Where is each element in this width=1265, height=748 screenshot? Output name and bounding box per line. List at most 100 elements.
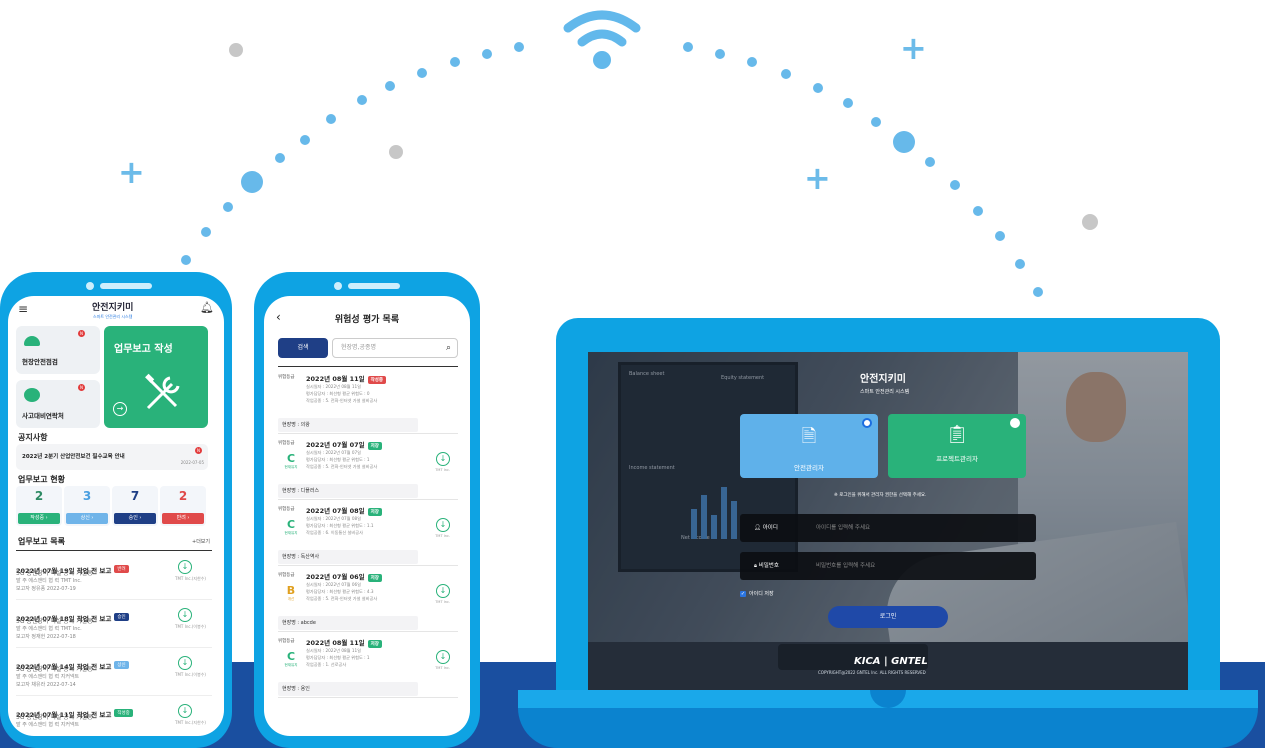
status-badge: 저장	[367, 640, 382, 648]
decoration-dot	[1015, 259, 1025, 269]
report-line: 발 주 에스앤티 협 력 TMT Inc.	[16, 626, 82, 632]
risk-label: 위험등급	[278, 507, 295, 512]
id-label: 👤︎ 아이디	[754, 525, 778, 531]
wifi-icon	[563, 10, 641, 69]
report-line: 5G 통신장비 이설 공사 가산동	[16, 666, 93, 673]
hero-illustration: + + + ≡ 안전지키미 스마트 안전관리 시스템 🔔︎ N 현장안전점검 N…	[0, 0, 1265, 748]
risk-date: 2022년 08월 11일	[306, 375, 365, 383]
more-link[interactable]: +더보기	[192, 538, 210, 545]
checkbox[interactable]: ✓	[740, 590, 746, 597]
risk-label: 위험등급	[278, 573, 295, 578]
risk-grade: C	[286, 650, 296, 663]
login-logo: 안전지키미 스마트 안전관리 시스템	[860, 370, 909, 395]
copyright: COPYRIGHT@2022 GNTEL Inc. ALL RIGHTS RES…	[818, 670, 926, 675]
download-icon[interactable]: ↓	[178, 704, 192, 718]
search-button[interactable]: 검색	[278, 338, 328, 358]
write-report-card[interactable]: 업무보고 작성 →	[104, 326, 208, 428]
download-icon[interactable]: ↓	[178, 560, 192, 574]
search-icon[interactable]: ⌕	[446, 339, 451, 357]
brand-logo: KICA | GNTEL	[854, 656, 928, 667]
download-icon[interactable]: ↓	[436, 518, 450, 532]
bell-icon[interactable]: 🔔︎	[200, 301, 214, 314]
stat-drafting[interactable]: 2 작성중 ›	[16, 486, 62, 526]
id-placeholder: 아이디를 입력해 주세요	[816, 525, 871, 531]
risk-item[interactable]: 위험등급 2022년 07월 06일 저장 B 개선 실시일자 : 2022년 0…	[278, 570, 458, 632]
stat-rejected[interactable]: 2 반려 ›	[160, 486, 206, 526]
login-button[interactable]: 로그인	[828, 606, 948, 628]
notice-text: 2022년 2분기 산업안전보건 필수교육 안내	[22, 454, 125, 460]
phone-risk-screen: ‹ 위험성 평가 목록 검색 현장명,공종명 ⌕ 위험등급 2022년 08월 …	[264, 296, 470, 736]
quick-emergency-contacts[interactable]: N 사고대비연락처	[16, 380, 100, 428]
role-radio[interactable]	[862, 418, 872, 428]
camera	[86, 282, 94, 290]
tools-icon	[142, 372, 184, 420]
risk-grade: C	[286, 452, 296, 465]
risk-date: 2022년 07월 06일	[306, 573, 365, 581]
risk-item[interactable]: 위험등급 2022년 08월 11일 작성중 실시일자 : 2022년 08월 1…	[278, 372, 458, 434]
role-project-manager[interactable]: 📋︎ 프로젝트관리자	[888, 414, 1026, 478]
risk-site: 현장명 : 용인	[278, 682, 418, 696]
decoration-dot	[950, 180, 960, 190]
new-badge: N	[78, 330, 85, 337]
decoration-dot	[843, 98, 853, 108]
risk-info: 실시일자 : 2022년 07월 08일 평가담당자 : 최선형 평균 위험도 :…	[306, 516, 374, 535]
report-item[interactable]: 2022년 07월 19일 작업 전 보고 반려 5G 통신장비 이설 공사 가산…	[16, 554, 212, 600]
report-item[interactable]: 2022년 07월 14일 작업 전 보고 상신 5G 통신장비 이설 공사 가산…	[16, 650, 212, 696]
role-safety-manager[interactable]: 🗎 안전관리자	[740, 414, 878, 478]
stat-approved[interactable]: 7 승인 ›	[112, 486, 158, 526]
report-line: 보고자 채유라 2022-07-14	[16, 682, 76, 688]
quick-site-inspection[interactable]: N 현장안전점검	[16, 326, 100, 374]
risk-item[interactable]: 위험등급 2022년 08월 11일 저장 C 현재유지 실시일자 : 2022년…	[278, 636, 458, 698]
document-check-icon: 🗎	[801, 426, 817, 447]
report-company: TMT Inc.(지한수)	[175, 720, 206, 725]
risk-company: TMT Inc.	[435, 666, 450, 670]
menu-icon[interactable]: ≡	[18, 302, 28, 316]
download-icon[interactable]: ↓	[436, 452, 450, 466]
risk-item[interactable]: 위험등급 2022년 07월 07일 저장 C 현재유지 실시일자 : 2022년…	[278, 438, 458, 500]
status-summary: 2 작성중 › 3 상신 › 7 승인 › 2 반려 ›	[16, 486, 208, 526]
app-logo: 안전지키미 스마트 안전관리 시스템	[92, 300, 133, 320]
write-report-label: 업무보고 작성	[114, 344, 173, 355]
app-subtitle: 스마트 안전관리 시스템	[93, 314, 133, 319]
report-list-title: 업무보고 목록	[18, 537, 65, 546]
download-icon[interactable]: ↓	[436, 650, 450, 664]
decoration-dot-grey	[389, 145, 403, 159]
role-radio[interactable]	[1010, 418, 1020, 428]
download-icon[interactable]: ↓	[178, 656, 192, 670]
password-label: 🔒︎ 비밀번호	[754, 563, 779, 569]
decoration-dot	[326, 114, 336, 124]
decoration-dot	[482, 49, 492, 59]
id-field[interactable]: 👤︎ 아이디 아이디를 입력해 주세요	[740, 514, 1036, 542]
risk-grade: B	[286, 584, 296, 597]
search-input[interactable]: 현장명,공종명 ⌕	[332, 338, 458, 358]
report-item[interactable]: 2022년 07월 11일 작업 전 보고 작성중 5G 통신장비 이설 공사 가…	[16, 698, 212, 736]
risk-grade-sub: 개선	[287, 597, 295, 601]
decoration-dot	[275, 153, 285, 163]
plus-icon: +	[118, 153, 145, 191]
remember-id[interactable]: ✓ 아이디 저장	[740, 590, 774, 597]
status-badge: 상신	[114, 660, 129, 669]
status-badge: 반려	[114, 564, 129, 573]
decoration-dot-grey	[1082, 214, 1098, 230]
risk-grade-sub: 현재유지	[284, 465, 298, 469]
decoration-dot	[241, 171, 263, 193]
password-field[interactable]: 🔒︎ 비밀번호 비밀번호를 입력해 주세요	[740, 552, 1036, 580]
decoration-dot	[747, 57, 757, 67]
download-icon[interactable]: ↓	[178, 608, 192, 622]
decoration-dot	[181, 255, 191, 265]
report-line: 발 주 에스앤티 협 력 지커넥트	[16, 722, 80, 728]
decoration-dot	[223, 202, 233, 212]
stat-submitted[interactable]: 3 상신 ›	[64, 486, 110, 526]
stat-value: 2	[34, 489, 44, 503]
download-icon[interactable]: ↓	[436, 584, 450, 598]
risk-item[interactable]: 위험등급 2022년 07월 08일 저장 C 현재유지 실시일자 : 2022년…	[278, 504, 458, 566]
decoration-dot	[973, 206, 983, 216]
notice-item[interactable]: 2022년 2분기 산업안전보건 필수교육 안내 N 2022-07-05	[16, 444, 208, 470]
speaker	[100, 283, 152, 289]
new-badge: N	[195, 447, 202, 454]
report-company: TMT Inc.(이봉수)	[175, 672, 206, 677]
report-item[interactable]: 2022년 07월 18일 작업 전 보고 승인 5G 통신장비 이설 공사 가산…	[16, 602, 212, 648]
decoration-dot	[300, 135, 310, 145]
remember-label: 아이디 저장	[749, 591, 774, 597]
status-badge: 작성중	[114, 708, 133, 717]
